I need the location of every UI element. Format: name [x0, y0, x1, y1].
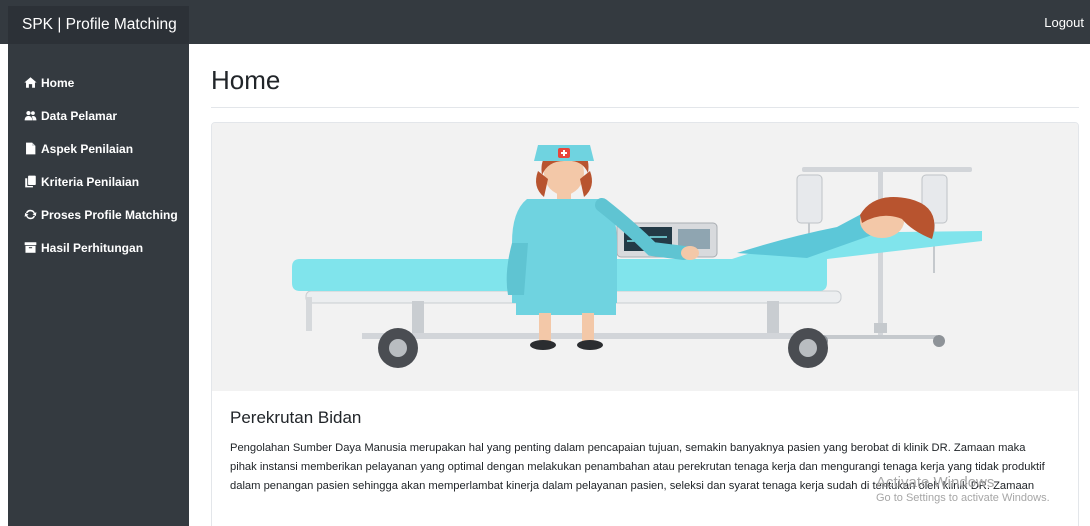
nurse-hospital-bed-illustration [212, 123, 1078, 391]
sidebar-item-home[interactable]: Home [8, 66, 189, 99]
title-divider [211, 107, 1079, 108]
sidebar: Home Data Pelamar Aspek Penilaian Kriter… [8, 44, 189, 526]
card-text: Pengolahan Sumber Daya Manusia merupakan… [230, 442, 1045, 492]
card-title: Perekrutan Bidan [230, 408, 362, 427]
sidebar-item-proses-profile-matching[interactable]: Proses Profile Matching [8, 198, 189, 231]
sidebar-item-aspek-penilaian[interactable]: Aspek Penilaian [8, 132, 189, 165]
copy-icon [24, 175, 37, 188]
sidebar-item-label: Proses Profile Matching [41, 207, 178, 222]
sidebar-item-label: Data Pelamar [41, 108, 118, 123]
sidebar-item-hasil-perhitungan[interactable]: Hasil Perhitungan [8, 231, 189, 264]
top-navbar: SPK | Profile Matching Logout [0, 0, 1090, 44]
sidebar-item-label: Aspek Penilaian [41, 141, 134, 156]
sync-icon [24, 208, 37, 221]
info-card: Perekrutan Bidan Pengolahan Sumber Daya … [211, 122, 1079, 526]
sidebar-item-label: Hasil Perhitungan [41, 240, 144, 255]
sidebar-item-kriteria-penilaian[interactable]: Kriteria Penilaian [8, 165, 189, 198]
archive-icon [24, 241, 37, 254]
brand-link[interactable]: SPK | Profile Matching [8, 6, 189, 44]
file-icon [24, 142, 37, 155]
page-title: Home [211, 65, 281, 95]
home-icon [24, 76, 37, 89]
logout-link[interactable]: Logout [1044, 15, 1084, 30]
main-content: Home Perekrutan Bidan Pengolahan Sumber … [211, 44, 1079, 526]
sidebar-item-label: Home [41, 75, 75, 90]
sidebar-item-data-pelamar[interactable]: Data Pelamar [8, 99, 189, 132]
users-icon [24, 109, 37, 122]
sidebar-item-label: Kriteria Penilaian [41, 174, 140, 189]
